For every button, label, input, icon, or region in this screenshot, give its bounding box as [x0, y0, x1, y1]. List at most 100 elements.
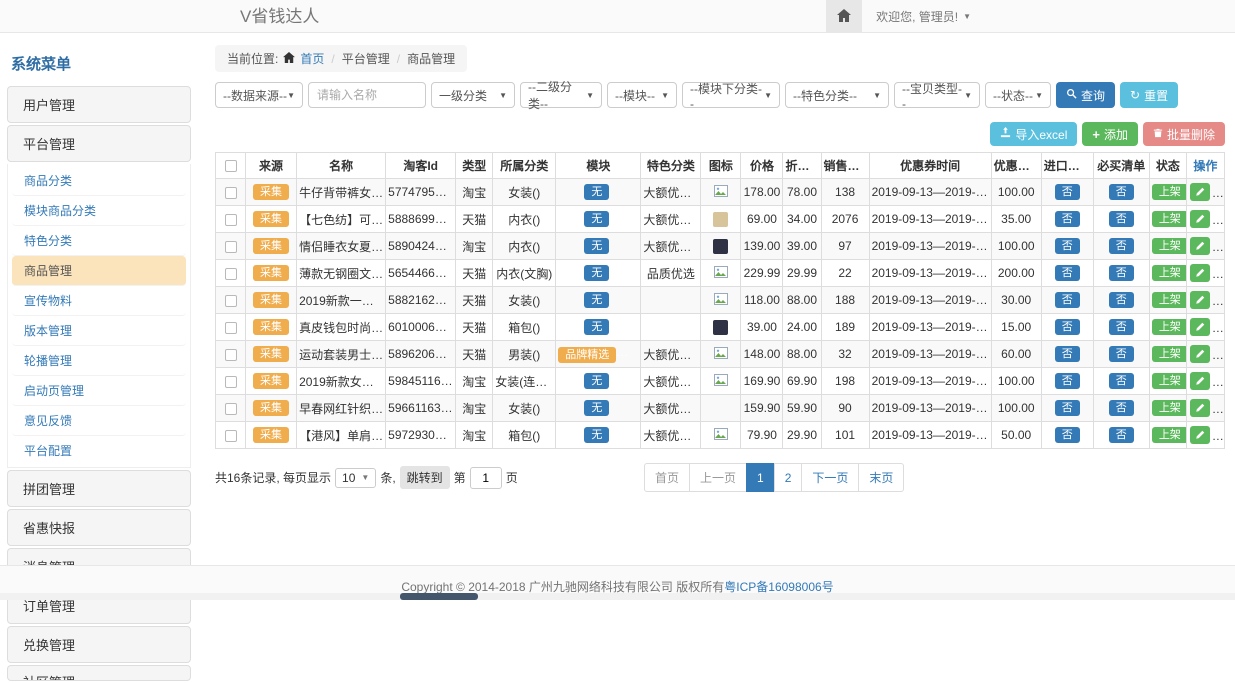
pager-button[interactable]: 首页	[644, 463, 690, 492]
edit-button[interactable]	[1190, 264, 1210, 282]
row-checkbox[interactable]	[225, 349, 237, 361]
must-buy-toggle[interactable]: 否	[1109, 373, 1134, 389]
edit-button[interactable]	[1190, 318, 1210, 336]
import-select-toggle[interactable]: 否	[1055, 292, 1080, 308]
sidebar-item[interactable]: 省惠快报	[7, 509, 191, 546]
sidebar-subitem[interactable]: 商品分类	[12, 166, 186, 196]
coupon-amount: 100.00	[991, 395, 1041, 422]
sidebar-subitem[interactable]: 特色分类	[12, 226, 186, 256]
must-buy-toggle[interactable]: 否	[1109, 265, 1134, 281]
row-checkbox[interactable]	[225, 241, 237, 253]
select-all-checkbox[interactable]	[225, 160, 237, 172]
edit-button[interactable]	[1190, 372, 1210, 390]
pager-button[interactable]: 末页	[858, 463, 904, 492]
filter-select[interactable]: 一级分类▼	[431, 82, 515, 108]
search-button[interactable]: 查询	[1056, 82, 1115, 108]
row-checkbox[interactable]	[225, 295, 237, 307]
filter-select[interactable]: --特色分类--▼	[785, 82, 889, 108]
filter-select[interactable]: --模块--▼	[607, 82, 677, 108]
edit-button[interactable]	[1190, 210, 1210, 228]
status-badge[interactable]: 上架	[1152, 373, 1187, 389]
status-badge[interactable]: 上架	[1152, 265, 1187, 281]
scrollbar-thumb[interactable]	[400, 593, 478, 600]
status-badge[interactable]: 上架	[1152, 184, 1187, 200]
edit-button[interactable]	[1190, 237, 1210, 255]
page-number-input[interactable]	[470, 467, 502, 489]
sidebar-item[interactable]: 兑换管理	[7, 626, 191, 663]
status-badge[interactable]: 上架	[1152, 292, 1187, 308]
must-buy-toggle[interactable]: 否	[1109, 427, 1134, 443]
status-badge[interactable]: 上架	[1152, 400, 1187, 416]
sidebar-subitem[interactable]: 商品管理	[12, 256, 186, 286]
pager-button[interactable]: 2	[774, 463, 803, 492]
sidebar-subitem[interactable]: 启动页管理	[12, 376, 186, 406]
sidebar-subitem[interactable]: 意见反馈	[12, 406, 186, 436]
must-buy-toggle[interactable]: 否	[1109, 184, 1134, 200]
sidebar-subitem[interactable]: 模块商品分类	[12, 196, 186, 226]
filter-select[interactable]: --宝贝类型--▼	[894, 82, 980, 108]
icp-link[interactable]: 粤ICP备16098006号	[724, 580, 833, 594]
import-select-toggle[interactable]: 否	[1055, 211, 1080, 227]
edit-button[interactable]	[1190, 426, 1210, 444]
edit-button[interactable]	[1190, 291, 1210, 309]
horizontal-scrollbar[interactable]	[0, 593, 1235, 600]
user-menu[interactable]: 欢迎您, 管理员! ▼	[862, 0, 985, 33]
row-checkbox[interactable]	[225, 214, 237, 226]
status-badge[interactable]: 上架	[1152, 427, 1187, 443]
pager-button[interactable]: 上一页	[689, 463, 747, 492]
must-buy-toggle[interactable]: 否	[1109, 292, 1134, 308]
must-buy-toggle[interactable]: 否	[1109, 319, 1134, 335]
import-select-toggle[interactable]: 否	[1055, 427, 1080, 443]
batch-delete-button[interactable]: 批量删除	[1143, 122, 1225, 146]
status-badge[interactable]: 上架	[1152, 211, 1187, 227]
page-size-select[interactable]: 10 ▼	[335, 468, 376, 488]
filter-controls: --数据来源--▼ 一级分类▼--二级分类--▼--模块--▼--模块下分类--▼…	[215, 82, 1051, 108]
import-select-toggle[interactable]: 否	[1055, 346, 1080, 362]
must-buy-toggle[interactable]: 否	[1109, 238, 1134, 254]
row-checkbox[interactable]	[225, 376, 237, 388]
filter-select[interactable]: --二级分类--▼	[520, 82, 602, 108]
row-checkbox[interactable]	[225, 187, 237, 199]
import-select-toggle[interactable]: 否	[1055, 319, 1080, 335]
sidebar-item[interactable]: 社区管理	[7, 665, 191, 681]
import-select-toggle[interactable]: 否	[1055, 265, 1080, 281]
edit-button[interactable]	[1190, 183, 1210, 201]
status-badge[interactable]: 上架	[1152, 346, 1187, 362]
row-checkbox[interactable]	[225, 268, 237, 280]
edit-button[interactable]	[1190, 345, 1210, 363]
page-input-prefix: 第	[454, 469, 466, 486]
import-excel-button[interactable]: 导入excel	[990, 122, 1077, 146]
breadcrumb-home-link[interactable]: 首页	[300, 50, 324, 67]
import-select-toggle[interactable]: 否	[1055, 184, 1080, 200]
edit-button[interactable]	[1190, 399, 1210, 417]
row-checkbox[interactable]	[225, 322, 237, 334]
import-select-toggle[interactable]: 否	[1055, 238, 1080, 254]
status-badge[interactable]: 上架	[1152, 319, 1187, 335]
import-select-toggle[interactable]: 否	[1055, 400, 1080, 416]
sidebar-item[interactable]: 平台管理	[7, 125, 191, 162]
import-select-toggle[interactable]: 否	[1055, 373, 1080, 389]
filter-select[interactable]: --状态--▼	[985, 82, 1051, 108]
status-badge[interactable]: 上架	[1152, 238, 1187, 254]
sidebar-subitem[interactable]: 版本管理	[12, 316, 186, 346]
pager-button[interactable]: 1	[746, 463, 775, 492]
home-button[interactable]	[826, 0, 862, 33]
sidebar-subitem[interactable]: 平台配置	[12, 436, 186, 465]
row-checkbox[interactable]	[225, 403, 237, 415]
records-unit-text: 条,	[380, 469, 395, 486]
filter-select[interactable]: --模块下分类--▼	[682, 82, 780, 108]
name-search-input[interactable]	[308, 82, 426, 108]
must-buy-toggle[interactable]: 否	[1109, 400, 1134, 416]
reset-button[interactable]: ↻ 重置	[1120, 82, 1178, 108]
sidebar-subitem[interactable]: 宣传物料	[12, 286, 186, 316]
sidebar-subitem[interactable]: 轮播管理	[12, 346, 186, 376]
must-buy-toggle[interactable]: 否	[1109, 211, 1134, 227]
sidebar-item[interactable]: 用户管理	[7, 86, 191, 123]
must-buy-toggle[interactable]: 否	[1109, 346, 1134, 362]
filter-select[interactable]: --数据来源--▼	[215, 82, 303, 108]
jump-button[interactable]: 跳转到	[400, 466, 450, 489]
row-checkbox[interactable]	[225, 430, 237, 442]
sidebar-item[interactable]: 拼团管理	[7, 470, 191, 507]
pager-button[interactable]: 下一页	[801, 463, 859, 492]
add-button[interactable]: + 添加	[1082, 122, 1138, 146]
